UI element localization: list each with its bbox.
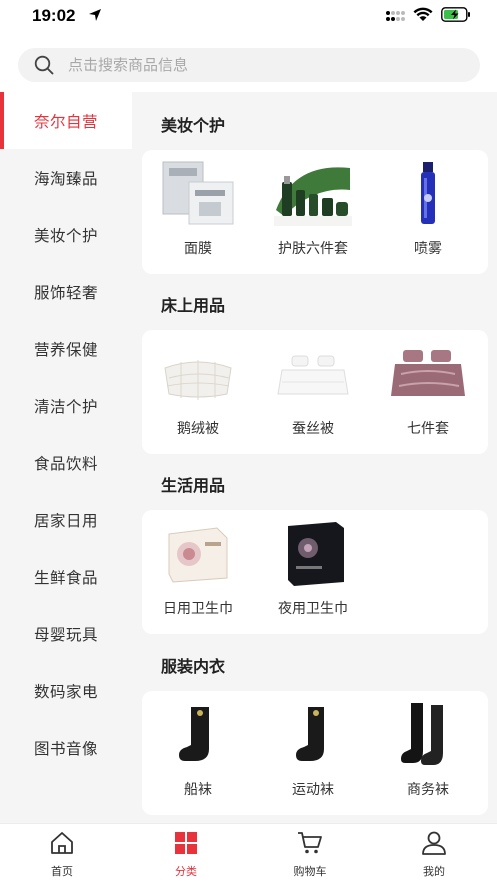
- section-title: 美妆个护: [161, 116, 226, 135]
- product-name: 护肤六件套: [278, 241, 348, 257]
- home-icon: [51, 832, 73, 854]
- cart-icon: [298, 832, 322, 854]
- search-input[interactable]: [68, 56, 448, 74]
- daily-pad-image: [168, 527, 228, 583]
- product-card: 鹅绒被 蚕丝被 七件套: [142, 330, 488, 454]
- product-name: 船袜: [184, 782, 212, 798]
- sidebar-item-apparel[interactable]: 服饰轻奢: [0, 263, 132, 320]
- product-item[interactable]: 喷雾: [373, 160, 483, 265]
- down-quilt-image: [164, 360, 232, 400]
- tab-label: 首页: [51, 865, 73, 878]
- sidebar-item-label: 居家日用: [33, 511, 98, 530]
- product-name: 蚕丝被: [292, 421, 334, 437]
- status-time: 19:02: [32, 6, 76, 25]
- business-socks-image: [401, 703, 443, 765]
- search-icon: [34, 55, 54, 75]
- product-item[interactable]: 商务袜: [373, 701, 483, 806]
- sidebar-item-label: 清洁个护: [33, 397, 98, 416]
- boat-socks-image: [179, 707, 209, 761]
- product-name: 面膜: [184, 241, 212, 257]
- search-area: [0, 34, 497, 92]
- user-icon: [422, 831, 446, 855]
- sidebar-item-cleaning[interactable]: 清洁个护: [0, 377, 132, 434]
- product-item[interactable]: 七件套: [373, 340, 483, 445]
- sidebar-item-label: 生鲜食品: [33, 568, 98, 587]
- product-name: 运动袜: [292, 782, 334, 798]
- tab-cart[interactable]: 购物车: [265, 830, 355, 879]
- product-name: 商务袜: [407, 782, 449, 798]
- tab-label: 购物车: [293, 865, 327, 878]
- product-name: 日用卫生巾: [163, 601, 233, 617]
- skincare-set-image: [274, 167, 352, 226]
- sidebar-item-label: 食品饮料: [33, 454, 98, 473]
- sidebar-item-label: 母婴玩具: [33, 625, 98, 644]
- product-name: 夜用卫生巾: [278, 601, 348, 617]
- status-bar: 19:02: [0, 0, 497, 34]
- sidebar-item-nutrition[interactable]: 营养保健: [0, 320, 132, 377]
- product-item[interactable]: 日用卫生巾: [143, 520, 253, 625]
- tab-mine[interactable]: 我的: [389, 830, 479, 879]
- sidebar-item-label: 美妆个护: [33, 226, 98, 245]
- category-grid-icon: [175, 832, 197, 854]
- sidebar-item-label: 营养保健: [33, 340, 98, 359]
- product-item[interactable]: 鹅绒被: [143, 340, 253, 445]
- sidebar-item-label: 数码家电: [33, 682, 98, 701]
- product-card: 面膜 护肤六件套 喷雾: [142, 150, 488, 274]
- sidebar-item-books-media[interactable]: 图书音像: [0, 719, 132, 776]
- section-title: 床上用品: [161, 296, 226, 315]
- product-item[interactable]: 夜用卫生巾: [258, 520, 368, 625]
- product-name: 鹅绒被: [177, 421, 219, 437]
- sidebar-item-nair-self-operated[interactable]: 奈尔自营: [0, 92, 132, 149]
- product-item[interactable]: 面膜: [143, 160, 253, 265]
- product-card: 船袜 运动袜 商务袜: [142, 691, 488, 815]
- product-name: 喷雾: [414, 241, 442, 257]
- bedding-set-image: [391, 350, 465, 396]
- category-content: 美妆个护 面膜 护肤六件套 喷雾 床上用品 鹅绒被 蚕丝被 七件套 生活用品 日…: [132, 92, 497, 823]
- sidebar-item-beauty[interactable]: 美妆个护: [0, 206, 132, 263]
- sidebar-item-label: 服饰轻奢: [33, 283, 98, 302]
- product-item[interactable]: 护肤六件套: [258, 160, 368, 265]
- sidebar-item-overseas[interactable]: 海淘臻品: [0, 149, 132, 206]
- product-item[interactable]: 蚕丝被: [258, 340, 368, 445]
- sidebar-item-home[interactable]: 居家日用: [0, 491, 132, 548]
- product-item[interactable]: 船袜: [143, 701, 253, 806]
- wifi-icon: [413, 7, 433, 21]
- sidebar-item-food-drink[interactable]: 食品饮料: [0, 434, 132, 491]
- section-title: 服装内衣: [161, 657, 226, 676]
- tab-home[interactable]: 首页: [17, 830, 107, 879]
- tab-label: 我的: [423, 865, 445, 878]
- night-pad-image: [288, 522, 344, 586]
- sidebar-item-label: 图书音像: [33, 739, 98, 758]
- section-title: 生活用品: [161, 476, 226, 495]
- search-bar[interactable]: [18, 48, 480, 82]
- location-arrow-icon: [89, 9, 101, 21]
- bottom-tab-bar: 首页 分类 购物车 我的: [0, 823, 497, 883]
- sidebar-item-baby-toys[interactable]: 母婴玩具: [0, 605, 132, 662]
- signal-icon: [386, 10, 405, 21]
- tab-category[interactable]: 分类: [141, 830, 231, 879]
- tab-label: 分类: [175, 865, 197, 878]
- face-mask-image: [162, 161, 234, 225]
- product-name: 七件套: [407, 421, 449, 437]
- sports-socks-image: [296, 707, 324, 761]
- category-sidebar: 奈尔自营 海淘臻品 美妆个护 服饰轻奢 营养保健 清洁个护 食品饮料 居家日用 …: [0, 92, 132, 823]
- silk-quilt-image: [277, 355, 349, 395]
- sidebar-item-label: 海淘臻品: [33, 169, 98, 188]
- sidebar-item-electronics[interactable]: 数码家电: [0, 662, 132, 719]
- sidebar-item-fresh-food[interactable]: 生鲜食品: [0, 548, 132, 605]
- battery-icon: [441, 7, 470, 22]
- spray-bottle-image: [421, 162, 435, 224]
- product-card: 日用卫生巾 夜用卫生巾: [142, 510, 488, 634]
- sidebar-item-label: 奈尔自营: [33, 112, 98, 131]
- product-item[interactable]: 运动袜: [258, 701, 368, 806]
